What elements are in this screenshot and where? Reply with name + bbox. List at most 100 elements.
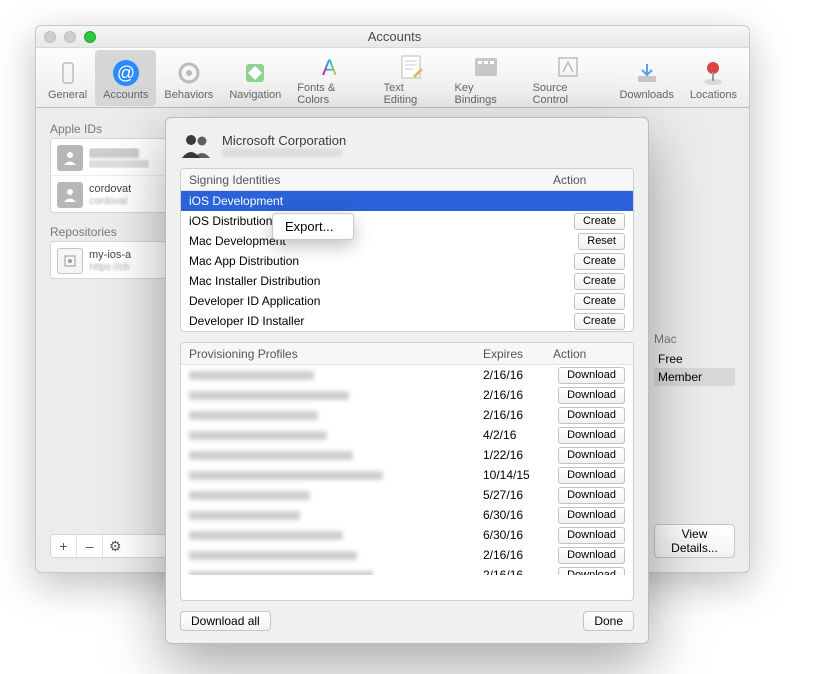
apple-ids-label: Apple IDs xyxy=(50,122,170,136)
repositories-label: Repositories xyxy=(50,225,170,239)
provisioning-profile-row[interactable]: 10/14/15 Download xyxy=(181,465,633,485)
download-button[interactable]: Download xyxy=(558,367,625,384)
tab-text-editing[interactable]: Text Editing xyxy=(376,50,447,106)
tab-label: General xyxy=(48,89,87,101)
header-name: Signing Identities xyxy=(189,173,553,187)
actions-gear-button[interactable]: ⚙ xyxy=(103,535,169,557)
download-button[interactable]: Download xyxy=(558,527,625,544)
signing-identity-row[interactable]: iOS DistributionCreate xyxy=(181,211,633,231)
tab-source-control[interactable]: Source Control xyxy=(525,50,612,106)
provisioning-profile-row[interactable]: 2/16/16 Download xyxy=(181,565,633,575)
download-button[interactable]: Download xyxy=(558,487,625,504)
create-button[interactable]: Create xyxy=(574,313,625,330)
profile-name xyxy=(189,571,483,576)
done-button[interactable]: Done xyxy=(583,611,634,631)
team-icon xyxy=(180,130,212,160)
signing-identity-row[interactable]: Mac App Distribution Create xyxy=(181,251,633,271)
download-button[interactable]: Download xyxy=(558,567,625,576)
tab-key-bindings[interactable]: Key Bindings xyxy=(447,50,525,106)
signing-identity-row[interactable]: Mac DevelopmentReset xyxy=(181,231,633,251)
download-button[interactable]: Download xyxy=(558,427,625,444)
fonts-colors-icon: A xyxy=(316,52,348,82)
downloads-icon xyxy=(631,57,663,89)
signing-identity-row[interactable]: Developer ID ApplicationCreate xyxy=(181,291,633,311)
identity-name: iOS Development xyxy=(189,194,553,208)
download-button[interactable]: Download xyxy=(558,387,625,404)
tab-label: Behaviors xyxy=(164,89,213,101)
titlebar[interactable]: Accounts xyxy=(36,26,749,48)
apple-id-item[interactable]: cordovatcordovat xyxy=(51,175,169,212)
general-icon xyxy=(52,57,84,89)
create-button[interactable]: Create xyxy=(574,273,625,290)
tab-general[interactable]: General xyxy=(40,50,95,106)
profile-action-cell: Download xyxy=(553,387,625,404)
create-button[interactable]: Create xyxy=(574,253,625,270)
profile-name xyxy=(189,391,483,400)
repository-item[interactable]: my-ios-ahttps://ch xyxy=(51,242,169,278)
provisioning-profile-row[interactable]: 2/16/16Download xyxy=(181,545,633,565)
signing-identity-row[interactable]: Developer ID InstallerCreate xyxy=(181,311,633,331)
profile-name xyxy=(189,551,483,560)
repo-sub: https://ch xyxy=(89,262,131,274)
profile-expires: 5/27/16 xyxy=(483,488,553,502)
header-expires: Expires xyxy=(483,347,553,361)
org-header: Microsoft Corporation xyxy=(180,130,634,160)
create-button[interactable]: Create xyxy=(574,293,625,310)
remove-button[interactable]: – xyxy=(77,535,103,557)
apple-id-item[interactable] xyxy=(51,139,169,175)
profile-expires: 1/22/16 xyxy=(483,448,553,462)
tab-navigation[interactable]: Navigation xyxy=(221,50,289,106)
profile-expires: 2/16/16 xyxy=(483,568,553,575)
sidebar-footer: + – ⚙ xyxy=(50,534,170,558)
profile-action-cell: Download xyxy=(553,507,625,524)
download-button[interactable]: Download xyxy=(558,407,625,424)
minimize-window-button[interactable] xyxy=(64,31,76,43)
tab-label: Locations xyxy=(690,89,737,101)
tab-fonts-colors[interactable]: A Fonts & Colors xyxy=(289,50,375,106)
export-menu-item[interactable]: Export... xyxy=(273,217,353,236)
provisioning-scroll[interactable]: 2/16/16Download2/16/16Download2/16/16Dow… xyxy=(181,365,633,575)
download-button[interactable]: Download xyxy=(558,447,625,464)
profile-name xyxy=(189,411,483,420)
download-button[interactable]: Download xyxy=(558,507,625,524)
text-editing-icon xyxy=(395,52,427,82)
provisioning-profile-row[interactable]: 6/30/16Download xyxy=(181,525,633,545)
provisioning-profile-row[interactable]: 6/30/16Download xyxy=(181,505,633,525)
table-header: Signing Identities Action xyxy=(181,169,633,191)
download-button[interactable]: Download xyxy=(558,467,625,484)
profile-name xyxy=(189,531,483,540)
profile-expires: 10/14/15 xyxy=(483,468,553,482)
tab-label: Navigation xyxy=(229,89,281,101)
tab-locations[interactable]: Locations xyxy=(682,50,745,106)
add-button[interactable]: + xyxy=(51,535,77,557)
download-all-button[interactable]: Download all xyxy=(180,611,271,631)
create-button[interactable]: Create xyxy=(574,213,625,230)
provisioning-profile-row[interactable]: 5/27/16 Download xyxy=(181,485,633,505)
profile-expires: 2/16/16 xyxy=(483,368,553,382)
tab-behaviors[interactable]: Behaviors xyxy=(156,50,221,106)
role-free[interactable]: Free xyxy=(654,350,735,368)
tab-downloads[interactable]: Downloads xyxy=(611,50,681,106)
identity-action-cell: Create xyxy=(553,213,625,230)
navigation-icon xyxy=(239,57,271,89)
signing-identity-row[interactable]: Mac Installer DistributionCreate xyxy=(181,271,633,291)
provisioning-profile-row[interactable]: 1/22/16 Download xyxy=(181,445,633,465)
header-name: Provisioning Profiles xyxy=(189,347,483,361)
role-member[interactable]: Member xyxy=(654,368,735,386)
provisioning-profile-row[interactable]: 2/16/16Download xyxy=(181,385,633,405)
provisioning-profile-row[interactable]: 2/16/16Download xyxy=(181,405,633,425)
signing-identity-row[interactable]: iOS Development xyxy=(181,191,633,211)
mac-label: Mac xyxy=(654,332,735,346)
reset-button[interactable]: Reset xyxy=(578,233,625,250)
provisioning-profile-row[interactable]: 4/2/16Download xyxy=(181,425,633,445)
tab-accounts[interactable]: @ Accounts xyxy=(95,50,156,106)
close-window-button[interactable] xyxy=(44,31,56,43)
provisioning-profile-row[interactable]: 2/16/16 Download xyxy=(181,365,633,385)
zoom-window-button[interactable] xyxy=(84,31,96,43)
header-action: Action xyxy=(553,173,625,187)
view-details-button[interactable]: View Details... xyxy=(654,524,735,558)
download-button[interactable]: Download xyxy=(558,547,625,564)
identity-name: Mac App Distribution xyxy=(189,254,553,268)
locations-icon xyxy=(697,57,729,89)
sheet-footer: Download all Done xyxy=(180,611,634,631)
